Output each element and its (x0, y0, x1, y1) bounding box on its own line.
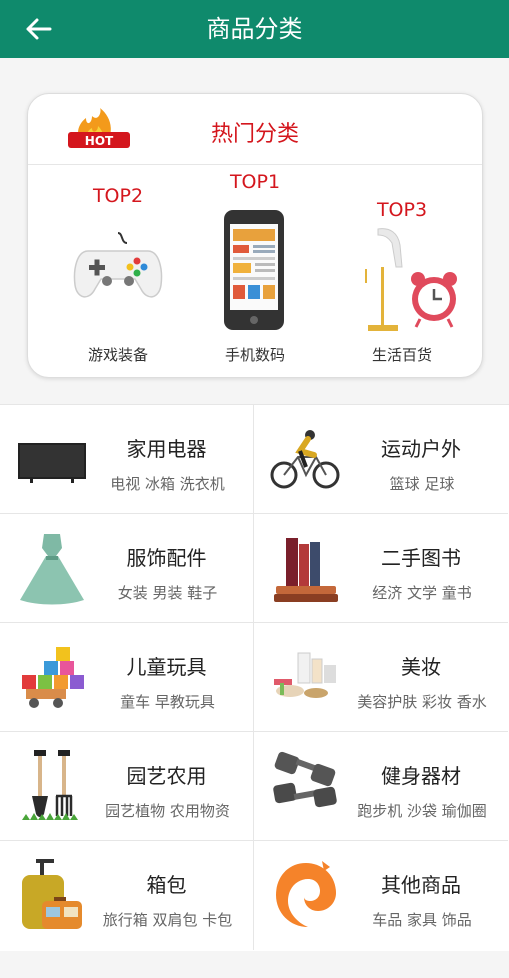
category-subtitle: 车品 家具 饰品 (372, 911, 472, 929)
category-title: 园艺农用 (126, 764, 207, 788)
category-subtitle: 电视 冰箱 洗衣机 (110, 475, 225, 493)
category-subtitle: 篮球 足球 (389, 475, 455, 493)
alarm-clock-icon (365, 228, 457, 331)
hot-item-games[interactable]: TOP2 游戏装备 (48, 94, 188, 377)
rank-label: TOP2 (92, 185, 144, 207)
hot-item-label: 游戏装备 (87, 346, 148, 364)
dress-icon (20, 534, 84, 605)
category-title: 二手图书 (381, 546, 461, 570)
category-subtitle: 美容护肤 彩妆 香水 (357, 693, 487, 711)
garden-tools-icon (22, 750, 78, 820)
category-sports[interactable]: 运动户外 篮球 足球 (254, 405, 508, 514)
cosmetics-icon (274, 652, 336, 698)
category-subtitle: 女装 男装 鞋子 (117, 584, 218, 602)
category-title: 其他商品 (381, 873, 461, 897)
origin-swirl-icon (276, 861, 336, 927)
bicycle-icon (270, 430, 340, 489)
category-appliances[interactable]: 家用电器 电视 冰箱 洗衣机 (0, 405, 254, 514)
hot-item-label: 生活百货 (371, 346, 432, 364)
category-title: 儿童玩具 (126, 655, 207, 679)
luggage-icon (22, 859, 82, 929)
category-subtitle: 经济 文学 童书 (372, 584, 472, 602)
hot-categories-card: HOT 热门分类 TOP2 游戏装备 TOP1 手机数码 TOP3 生活百货 (27, 93, 483, 378)
category-title: 箱包 (146, 873, 187, 897)
category-grid: 家用电器 电视 冰箱 洗衣机 运动户外 篮球 足球 服饰配件 女装 男装 鞋子 (0, 404, 509, 951)
category-beauty[interactable]: 美妆 美容护肤 彩妆 香水 (254, 623, 508, 732)
books-icon (274, 538, 338, 602)
hot-item-label: 手机数码 (224, 346, 285, 364)
category-title: 服饰配件 (126, 546, 207, 570)
rank-label: TOP1 (229, 171, 281, 193)
category-subtitle: 园艺植物 农用物资 (105, 802, 230, 820)
category-fitness[interactable]: 健身器材 跑步机 沙袋 瑜伽圈 (254, 732, 508, 841)
category-toys[interactable]: 儿童玩具 童车 早教玩具 (0, 623, 254, 732)
category-subtitle: 童车 早教玩具 (120, 693, 215, 711)
category-title: 美妆 (401, 655, 441, 679)
category-garden[interactable]: 园艺农用 园艺植物 农用物资 (0, 732, 254, 841)
category-bags[interactable]: 箱包 旅行箱 双肩包 卡包 (0, 841, 254, 950)
dumbbell-icon (273, 751, 337, 808)
category-title: 健身器材 (381, 764, 461, 788)
app-bar: 商品分类 (0, 0, 509, 58)
category-clothing[interactable]: 服饰配件 女装 男装 鞋子 (0, 514, 254, 623)
category-title: 家用电器 (126, 437, 207, 461)
hot-item-daily[interactable]: TOP3 生活百货 (332, 94, 472, 377)
page-title: 商品分类 (206, 15, 303, 43)
gamepad-icon (73, 232, 163, 298)
category-books[interactable]: 二手图书 经济 文学 童书 (254, 514, 508, 623)
tv-icon (18, 443, 86, 483)
hot-item-phones[interactable]: TOP1 手机数码 (185, 94, 325, 377)
category-title: 运动户外 (381, 437, 461, 461)
rank-label: TOP3 (376, 199, 428, 221)
smartphone-icon (224, 210, 284, 330)
toy-blocks-icon (22, 647, 84, 708)
category-subtitle: 跑步机 沙袋 瑜伽圈 (357, 802, 487, 820)
category-other[interactable]: 其他商品 车品 家具 饰品 (254, 841, 508, 950)
category-subtitle: 旅行箱 双肩包 卡包 (102, 911, 233, 929)
